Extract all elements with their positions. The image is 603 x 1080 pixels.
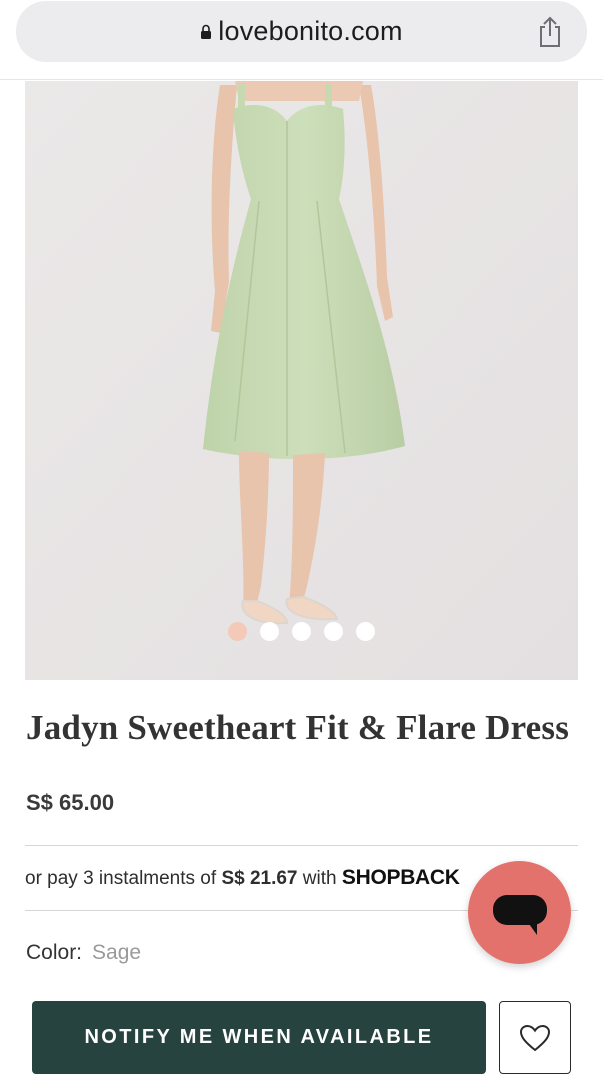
- chat-button[interactable]: [468, 861, 571, 964]
- wishlist-button[interactable]: [499, 1001, 571, 1074]
- notify-me-label: NOTIFY ME WHEN AVAILABLE: [84, 1026, 434, 1048]
- carousel-dot[interactable]: [260, 622, 279, 641]
- installment-prefix: or pay 3 instalments of: [25, 868, 222, 889]
- share-icon[interactable]: [535, 15, 565, 49]
- carousel-dot[interactable]: [356, 622, 375, 641]
- product-photo: [25, 81, 578, 680]
- installment-amount: S$ 21.67: [221, 868, 298, 889]
- lock-icon: [201, 24, 212, 39]
- address-bar[interactable]: lovebonito.com: [16, 1, 587, 62]
- carousel-dot[interactable]: [324, 622, 343, 641]
- browser-top-bar: lovebonito.com: [0, 0, 603, 80]
- product-price: S$ 65.00: [26, 790, 115, 815]
- carousel-indicators: [25, 622, 578, 641]
- product-title: Jadyn Sweetheart Fit & Flare Dress: [26, 708, 570, 747]
- installment-info[interactable]: or pay 3 instalments of S$ 21.67 with SH…: [25, 866, 460, 890]
- divider: [25, 845, 578, 846]
- shopback-logo: SHOPBACK: [341, 866, 460, 889]
- carousel-dot-active[interactable]: [228, 622, 247, 641]
- product-image-carousel[interactable]: [25, 81, 578, 680]
- color-value: Sage: [92, 941, 142, 964]
- url-text: lovebonito.com: [218, 16, 403, 46]
- color-selector: Color: Sage: [26, 941, 141, 965]
- chat-bubble-icon: [493, 895, 547, 935]
- notify-me-button[interactable]: NOTIFY ME WHEN AVAILABLE: [32, 1001, 486, 1074]
- url-display[interactable]: lovebonito.com: [16, 1, 587, 62]
- installment-with: with: [297, 868, 342, 889]
- heart-icon: [519, 1024, 551, 1051]
- carousel-dot[interactable]: [292, 622, 311, 641]
- color-label: Color:: [26, 941, 83, 964]
